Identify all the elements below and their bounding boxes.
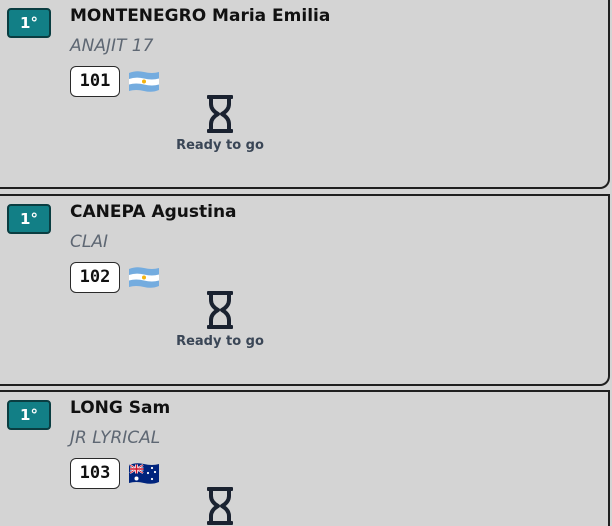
status-label: Ready to go bbox=[176, 334, 264, 349]
hourglass-icon bbox=[207, 487, 233, 525]
status-indicator: Ready to go bbox=[160, 290, 280, 349]
competitor-name: MONTENEGRO Maria Emilia bbox=[70, 6, 331, 26]
hourglass-icon bbox=[207, 291, 233, 329]
hourglass-icon bbox=[207, 95, 233, 133]
bib-number: 102 bbox=[70, 262, 120, 293]
argentina-flag-icon bbox=[129, 267, 159, 288]
competitor-club: CLAI bbox=[70, 232, 108, 252]
australia-flag-icon bbox=[129, 463, 159, 484]
competitor-name: LONG Sam bbox=[70, 398, 171, 418]
bib-number: 103 bbox=[70, 458, 120, 489]
competitor-name: CANEPA Agustina bbox=[70, 202, 237, 222]
competitor-card[interactable]: 1° MONTENEGRO Maria Emilia ANAJIT 17 101… bbox=[0, 0, 610, 189]
competitor-club: ANAJIT 17 bbox=[70, 36, 154, 56]
competitor-card[interactable]: 1° CANEPA Agustina CLAI 102 Ready to go bbox=[0, 194, 610, 386]
rank-badge: 1° bbox=[7, 204, 51, 234]
argentina-flag-icon bbox=[129, 71, 159, 92]
bib-number: 101 bbox=[70, 66, 120, 97]
rank-badge: 1° bbox=[7, 8, 51, 38]
status-indicator bbox=[160, 486, 280, 526]
status-indicator: Ready to go bbox=[160, 94, 280, 153]
competitor-club: JR LYRICAL bbox=[70, 428, 161, 448]
competitor-card[interactable]: 1° LONG Sam JR LYRICAL 103 bbox=[0, 390, 610, 526]
rank-badge: 1° bbox=[7, 400, 51, 430]
status-label: Ready to go bbox=[176, 138, 264, 153]
competitor-list: 1° MONTENEGRO Maria Emilia ANAJIT 17 101… bbox=[0, 0, 612, 526]
